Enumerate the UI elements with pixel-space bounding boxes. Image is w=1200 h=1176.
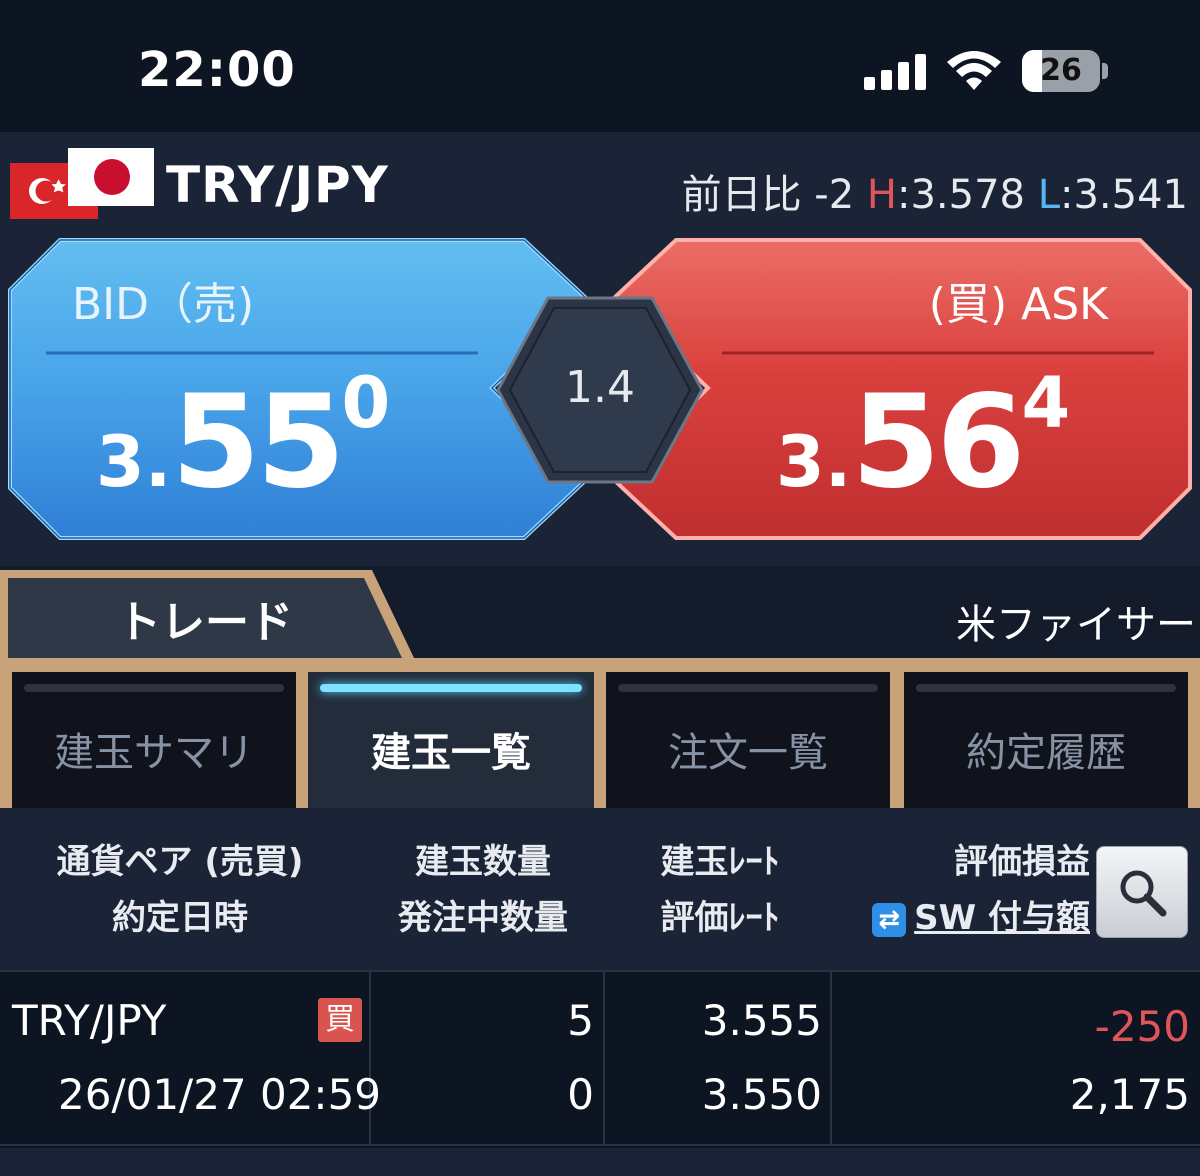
row-quantity: 5 bbox=[567, 996, 594, 1045]
buy-side-badge: 買 bbox=[318, 998, 362, 1042]
search-button[interactable] bbox=[1096, 846, 1188, 938]
swap-toggle-icon[interactable]: ⇄ bbox=[872, 902, 907, 937]
row-open-rate: 3.555 bbox=[701, 996, 822, 1045]
header-pending-quantity-label: 発注中数量 bbox=[398, 898, 568, 938]
bid-label: BID（売) bbox=[72, 279, 255, 330]
subtab-order-list[interactable]: 注文一覧 bbox=[606, 672, 890, 808]
table-row[interactable] bbox=[0, 970, 1200, 1146]
row-pending-quantity: 0 bbox=[567, 1070, 594, 1119]
subtab-label: 約定履歴 bbox=[966, 730, 1126, 776]
news-ticker[interactable]: 米ファイサー bbox=[956, 592, 1196, 650]
header-eval-rate-label: 評価ﾚｰﾄ bbox=[660, 898, 780, 938]
header-pair-side-label: 通貨ペア (売買) bbox=[56, 842, 304, 882]
row-pnl: -250 bbox=[1094, 1002, 1190, 1051]
battery-icon: 26 bbox=[1022, 50, 1100, 92]
ask-label: (買) ASK bbox=[928, 279, 1108, 330]
header-quantity: 建玉数量 発注中数量 bbox=[372, 834, 594, 946]
clock: 22:00 bbox=[138, 42, 296, 98]
row-datetime: 26/01/27 02:59 bbox=[58, 1070, 382, 1119]
subtab-label: 建玉サマリ bbox=[54, 730, 254, 776]
daily-stats: 前日比 -2 H:3.578 L:3.541 bbox=[682, 162, 1188, 220]
change-value: -2 bbox=[814, 172, 855, 218]
currency-pair-title[interactable]: TRY/JPY bbox=[166, 156, 389, 214]
column-divider bbox=[603, 970, 605, 1146]
column-divider bbox=[830, 970, 832, 1146]
subtab-label: 注文一覧 bbox=[668, 730, 828, 776]
header-pair-side: 通貨ペア (売買) 約定日時 bbox=[30, 834, 330, 946]
row-eval-rate: 3.550 bbox=[701, 1070, 822, 1119]
ask-price: 3.564 bbox=[776, 362, 1070, 517]
cellular-signal-icon bbox=[864, 54, 928, 90]
low-value: :3.541 bbox=[1060, 172, 1188, 218]
bid-price-main: 55 bbox=[171, 368, 345, 517]
bid-price: 3.550 bbox=[96, 362, 390, 517]
japan-flag-icon bbox=[68, 148, 154, 206]
subtab-position-list[interactable]: 建玉一覧 bbox=[308, 672, 594, 808]
header-pnl-label: 評価損益 bbox=[954, 842, 1090, 882]
battery-tip bbox=[1102, 63, 1108, 79]
tab-indicator bbox=[24, 684, 284, 692]
subtab-execution-history[interactable]: 約定履歴 bbox=[904, 672, 1188, 808]
header-quantity-label: 建玉数量 bbox=[415, 842, 551, 882]
change-label: 前日比 bbox=[681, 172, 802, 218]
tab-indicator bbox=[618, 684, 878, 692]
high-letter: H bbox=[866, 172, 897, 218]
column-divider bbox=[369, 970, 371, 1146]
bid-price-prefix: 3. bbox=[96, 421, 172, 503]
row-pair: TRY/JPY bbox=[12, 996, 167, 1045]
tab-trade-label: トレード bbox=[117, 597, 293, 648]
row-swap: 2,175 bbox=[1069, 1070, 1190, 1119]
wifi-icon bbox=[947, 51, 1001, 90]
header-open-rate-label: 建玉ﾚｰﾄ bbox=[660, 842, 780, 882]
header-rate: 建玉ﾚｰﾄ 評価ﾚｰﾄ bbox=[612, 834, 828, 946]
low-letter: L bbox=[1037, 172, 1060, 218]
ask-price-pip: 4 bbox=[1021, 362, 1071, 444]
subtab-position-summary[interactable]: 建玉サマリ bbox=[12, 672, 296, 808]
tab-indicator bbox=[916, 684, 1176, 692]
bottom-bar bbox=[0, 1148, 1200, 1176]
ask-price-prefix: 3. bbox=[776, 421, 852, 503]
subtab-label: 建玉一覧 bbox=[371, 730, 531, 776]
ask-price-main: 56 bbox=[851, 368, 1025, 517]
bid-price-pip: 0 bbox=[341, 362, 391, 444]
spread-value: 1.4 bbox=[565, 362, 635, 413]
tab-indicator bbox=[320, 684, 582, 692]
search-icon bbox=[1120, 870, 1167, 917]
header-swap[interactable]: ⇄ SW 付与額 bbox=[860, 890, 1096, 946]
header-swap-label[interactable]: SW 付与額 bbox=[914, 898, 1090, 938]
header-exec-time-label: 約定日時 bbox=[112, 898, 248, 938]
header-pnl: 評価損益 ⇄ SW 付与額 bbox=[860, 834, 1096, 946]
battery-level: 26 bbox=[1040, 53, 1082, 88]
high-value: :3.578 bbox=[896, 172, 1025, 218]
